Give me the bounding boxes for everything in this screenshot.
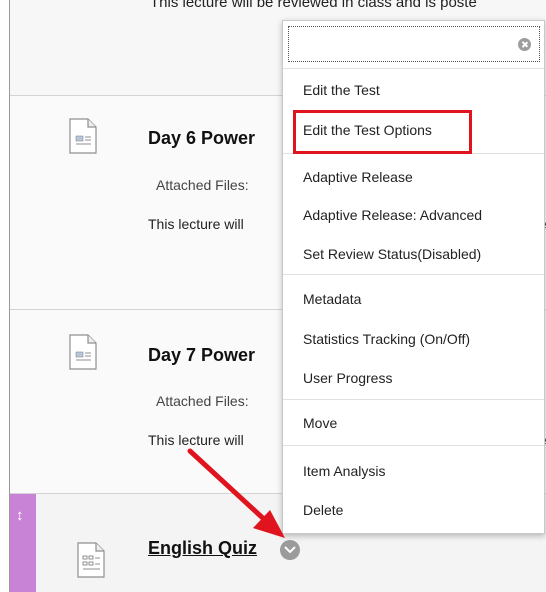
item-title-day7[interactable]: Day 7 Power [148,345,255,366]
menu-divider [283,445,544,446]
menu-divider [283,68,544,69]
menu-item-adaptive-release[interactable]: Adaptive Release [303,169,413,185]
document-icon [69,118,97,154]
quiz-document-icon [77,542,105,578]
menu-item-statistics-tracking[interactable]: Statistics Tracking (On/Off) [303,331,470,347]
top-item-description: This lecture will be reviewed in class a… [150,0,477,11]
context-menu: Edit the Test Edit the Test Options Adap… [282,20,545,534]
clear-search-icon[interactable] [518,38,531,51]
item-description-day6: This lecture will [148,216,244,232]
item-description-day7: This lecture will [148,432,244,448]
drag-handle-icon[interactable]: ↕ [16,508,24,523]
menu-item-item-analysis[interactable]: Item Analysis [303,463,385,479]
attached-files-label-day6: Attached Files: [156,177,249,193]
menu-search-input[interactable] [288,26,540,62]
menu-item-set-review-status[interactable]: Set Review Status(Disabled) [303,246,481,262]
menu-item-edit-test[interactable]: Edit the Test [303,82,380,98]
menu-item-move[interactable]: Move [303,415,337,431]
menu-item-user-progress[interactable]: User Progress [303,370,392,386]
menu-item-delete[interactable]: Delete [303,502,343,518]
attached-files-label-day7: Attached Files: [156,393,249,409]
menu-item-adaptive-release-advanced[interactable]: Adaptive Release: Advanced [303,207,482,223]
item-title-day6[interactable]: Day 6 Power [148,128,255,149]
chevron-down-icon[interactable] [280,540,300,560]
menu-divider [283,274,544,275]
item-title-english-quiz[interactable]: English Quiz [148,538,257,559]
document-icon [69,334,97,370]
content-area: This lecture will be reviewed in class a… [0,0,546,592]
menu-divider [283,399,544,400]
highlight-box [293,110,472,154]
menu-item-metadata[interactable]: Metadata [303,291,361,307]
